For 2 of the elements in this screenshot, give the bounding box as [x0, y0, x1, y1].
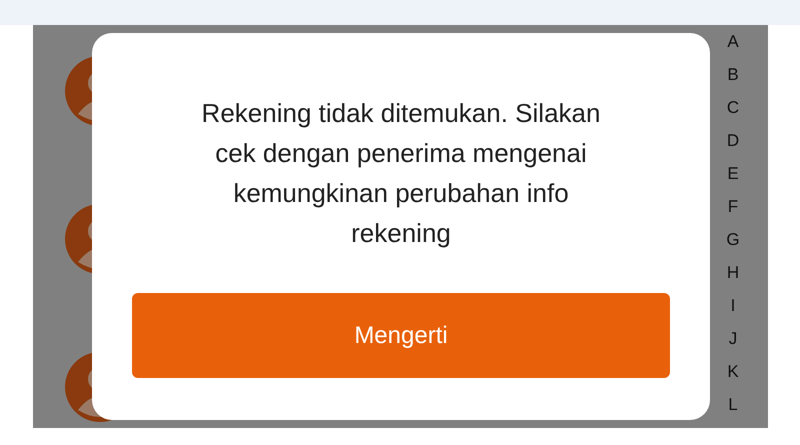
dialog-message: Rekening tidak ditemukan. Silakan cek dengan penerima mengenai kemungkinan perubahan info rekening [200, 97, 602, 250]
confirm-button[interactable]: Mengerti [132, 293, 670, 378]
